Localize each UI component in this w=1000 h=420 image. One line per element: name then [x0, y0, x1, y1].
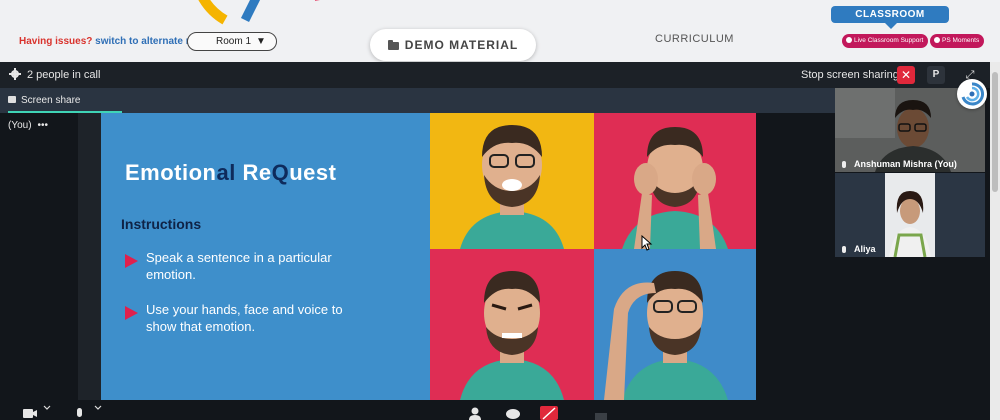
call-controls	[0, 400, 990, 420]
pin-button[interactable]: P	[927, 66, 945, 84]
slide-title: Emotional ReQuest	[125, 160, 336, 186]
demo-material-label: DEMO MATERIAL	[404, 38, 519, 52]
participant-name-text: Aliya	[854, 244, 876, 254]
close-icon: ✕	[900, 68, 912, 82]
page-scrollbar[interactable]	[990, 62, 1000, 420]
curriculum-tab[interactable]: CURRICULUM	[655, 33, 734, 45]
demo-material-button[interactable]: DEMO MATERIAL	[370, 29, 536, 61]
ps-moments-label: PS Moments	[942, 37, 980, 44]
mic-icon	[842, 246, 846, 253]
title-part-4: Q	[271, 160, 290, 185]
bullet-text: Use your hands, face and voice to show t…	[146, 302, 343, 334]
live-support-label: Live Classroom Support	[854, 37, 924, 44]
top-bar: Having issues? switch to alternate room …	[0, 0, 1000, 62]
title-part-3: Re	[242, 160, 272, 185]
call-header: 2 people in call Stop screen sharing ✕ P…	[0, 62, 990, 88]
bullet-arrow-icon	[125, 306, 138, 320]
camera-icon[interactable]	[22, 404, 38, 420]
screen-share-tab[interactable]: Screen share (You) •••	[8, 88, 122, 131]
participant-name-text: Anshuman Mishra (You)	[854, 159, 957, 169]
screen-share-tabbar: Screen share (You) •••	[0, 88, 835, 131]
brand-logo-icon	[198, 0, 320, 25]
microphone-icon[interactable]	[75, 404, 85, 420]
emotion-photo-angry	[430, 249, 594, 400]
participant-tile[interactable]: Aliya	[835, 173, 985, 257]
live-support-button[interactable]: Live Classroom Support	[842, 34, 929, 48]
share-margin	[78, 113, 101, 400]
folder-icon	[387, 40, 399, 50]
participants-icon[interactable]	[468, 404, 482, 420]
caret-down-icon: ▼	[256, 36, 266, 47]
title-part-1: Emotion	[125, 160, 217, 185]
bullet-arrow-icon	[125, 254, 138, 268]
emotion-photo-happy	[430, 113, 594, 249]
participant-name: Aliya	[842, 244, 876, 254]
chevron-down-icon[interactable]	[43, 404, 51, 412]
issue-notice: Having issues? switch to alternate room	[19, 36, 211, 47]
room-select-value: Room 1	[216, 36, 252, 47]
room-select[interactable]: Room 1 ▼	[187, 32, 277, 51]
chevron-down-icon[interactable]	[94, 404, 102, 412]
gear-icon[interactable]	[9, 68, 21, 80]
issue-prefix: Having issues?	[19, 36, 93, 47]
emotion-photo-stressed	[594, 249, 756, 400]
bullet-text: Speak a sentence in a particular emotion…	[146, 250, 332, 282]
participant-video	[885, 173, 935, 257]
stop-sharing-button[interactable]: ✕	[897, 66, 915, 84]
shared-slide: Emotional ReQuest Instructions Speak a s…	[101, 113, 756, 400]
more-options-icon[interactable]: •••	[38, 120, 49, 131]
title-part-2: al	[216, 160, 243, 185]
screen-share-off-icon[interactable]	[540, 406, 558, 420]
people-count: 2 people in call	[27, 69, 101, 81]
more-icon[interactable]	[594, 404, 608, 420]
mouse-cursor-icon	[641, 235, 653, 251]
emotion-photo-sad	[594, 113, 756, 249]
scrollbar-thumb[interactable]	[992, 72, 998, 192]
participant-name: Anshuman Mishra (You)	[842, 159, 957, 169]
title-part-5: uest	[289, 160, 337, 185]
stop-sharing-label: Stop screen sharing	[801, 69, 899, 81]
ps-moments-button[interactable]: PS Moments	[930, 34, 985, 48]
chat-icon[interactable]	[505, 404, 521, 420]
plus-icon	[846, 37, 852, 43]
slide-instructions-heading: Instructions	[121, 216, 202, 232]
mic-icon	[842, 161, 846, 168]
screen-icon	[8, 96, 16, 103]
plus-icon	[934, 37, 940, 43]
assistant-swirl-icon[interactable]	[957, 79, 987, 109]
classroom-tab[interactable]: CLASSROOM	[831, 6, 949, 29]
